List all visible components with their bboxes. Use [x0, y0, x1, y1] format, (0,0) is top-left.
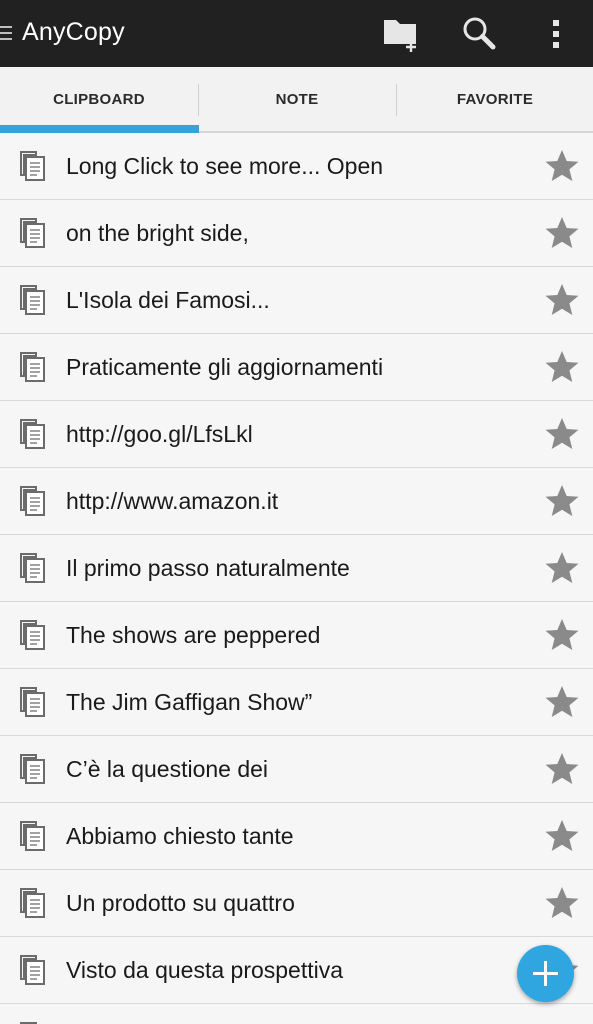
list-item[interactable]: http://goo.gl/LfsLkl: [0, 401, 593, 468]
list-item[interactable]: The shows are peppered: [0, 602, 593, 669]
tab-bar: CLIPBOARD NOTE FAVORITE: [0, 67, 593, 133]
star-icon[interactable]: [544, 282, 580, 318]
star-icon[interactable]: [544, 684, 580, 720]
copy-document-icon: [18, 618, 48, 652]
folder-add-icon[interactable]: [380, 12, 424, 56]
list-item[interactable]: The Jim Gaffigan Show”: [0, 669, 593, 736]
clip-text: The shows are peppered: [66, 622, 321, 648]
list-item[interactable]: on the bright side,: [0, 200, 593, 267]
star-icon[interactable]: [544, 751, 580, 787]
star-icon[interactable]: [544, 416, 580, 452]
list-item[interactable]: Un prodotto su quattro: [0, 870, 593, 937]
copy-document-icon: [18, 752, 48, 786]
clip-text: Abbiamo chiesto tante: [66, 823, 294, 849]
copy-document-icon: [18, 417, 48, 451]
selected-tab-indicator: [0, 125, 199, 133]
star-icon[interactable]: [544, 617, 580, 653]
clip-list[interactable]: Long Click to see more... Open on the br…: [0, 133, 593, 1024]
clip-text: Visto da questa prospettiva: [66, 957, 344, 983]
more-vert-icon[interactable]: [535, 12, 579, 56]
copy-document-icon: [18, 283, 48, 317]
copy-document-icon: [18, 819, 48, 853]
clip-text: http://www.amazon.it: [66, 488, 279, 514]
list-item[interactable]: [0, 1004, 593, 1024]
star-icon[interactable]: [544, 215, 580, 251]
star-icon[interactable]: [544, 483, 580, 519]
star-icon[interactable]: [544, 818, 580, 854]
star-icon[interactable]: [544, 148, 580, 184]
copy-document-icon: [18, 551, 48, 585]
list-item[interactable]: Il primo passo naturalmente: [0, 535, 593, 602]
list-item[interactable]: http://www.amazon.it: [0, 468, 593, 535]
copy-document-icon: [18, 1020, 48, 1024]
clip-text: The Jim Gaffigan Show”: [66, 689, 313, 715]
plus-icon: [533, 961, 558, 986]
clip-text: L'Isola dei Famosi...: [66, 287, 270, 313]
copy-document-icon: [18, 953, 48, 987]
anycopy-app: AnyCopy CLIPBOARD NOTE FAVORITE Long Cli…: [0, 0, 593, 1024]
search-icon[interactable]: [458, 12, 502, 56]
star-icon[interactable]: [544, 885, 580, 921]
clip-text: Praticamente gli aggiornamenti: [66, 354, 384, 380]
add-clip-button[interactable]: [517, 945, 574, 1002]
app-title: AnyCopy: [22, 18, 125, 46]
clip-text: Il primo passo naturalmente: [66, 555, 350, 581]
clip-text: on the bright side,: [66, 220, 249, 246]
list-item[interactable]: Visto da questa prospettiva: [0, 937, 593, 1004]
list-item[interactable]: Praticamente gli aggiornamenti: [0, 334, 593, 401]
star-icon[interactable]: [544, 349, 580, 385]
copy-document-icon: [18, 886, 48, 920]
clip-text: Long Click to see more... Open: [66, 153, 384, 179]
menu-lines-icon[interactable]: [0, 26, 13, 43]
clip-text: Un prodotto su quattro: [66, 890, 295, 916]
list-item[interactable]: L'Isola dei Famosi...: [0, 267, 593, 334]
tab-favorite[interactable]: FAVORITE: [397, 67, 593, 131]
copy-document-icon: [18, 685, 48, 719]
list-item[interactable]: Long Click to see more... Open: [0, 133, 593, 200]
copy-document-icon: [18, 484, 48, 518]
tab-note[interactable]: NOTE: [198, 67, 396, 131]
star-icon[interactable]: [544, 550, 580, 586]
tab-clipboard[interactable]: CLIPBOARD: [0, 67, 198, 131]
list-item[interactable]: Abbiamo chiesto tante: [0, 803, 593, 870]
clip-text: C’è la questione dei: [66, 756, 269, 782]
action-bar: AnyCopy: [0, 0, 593, 67]
copy-document-icon: [18, 216, 48, 250]
list-item[interactable]: C’è la questione dei: [0, 736, 593, 803]
clip-text: http://goo.gl/LfsLkl: [66, 421, 253, 447]
copy-document-icon: [18, 149, 48, 183]
copy-document-icon: [18, 350, 48, 384]
